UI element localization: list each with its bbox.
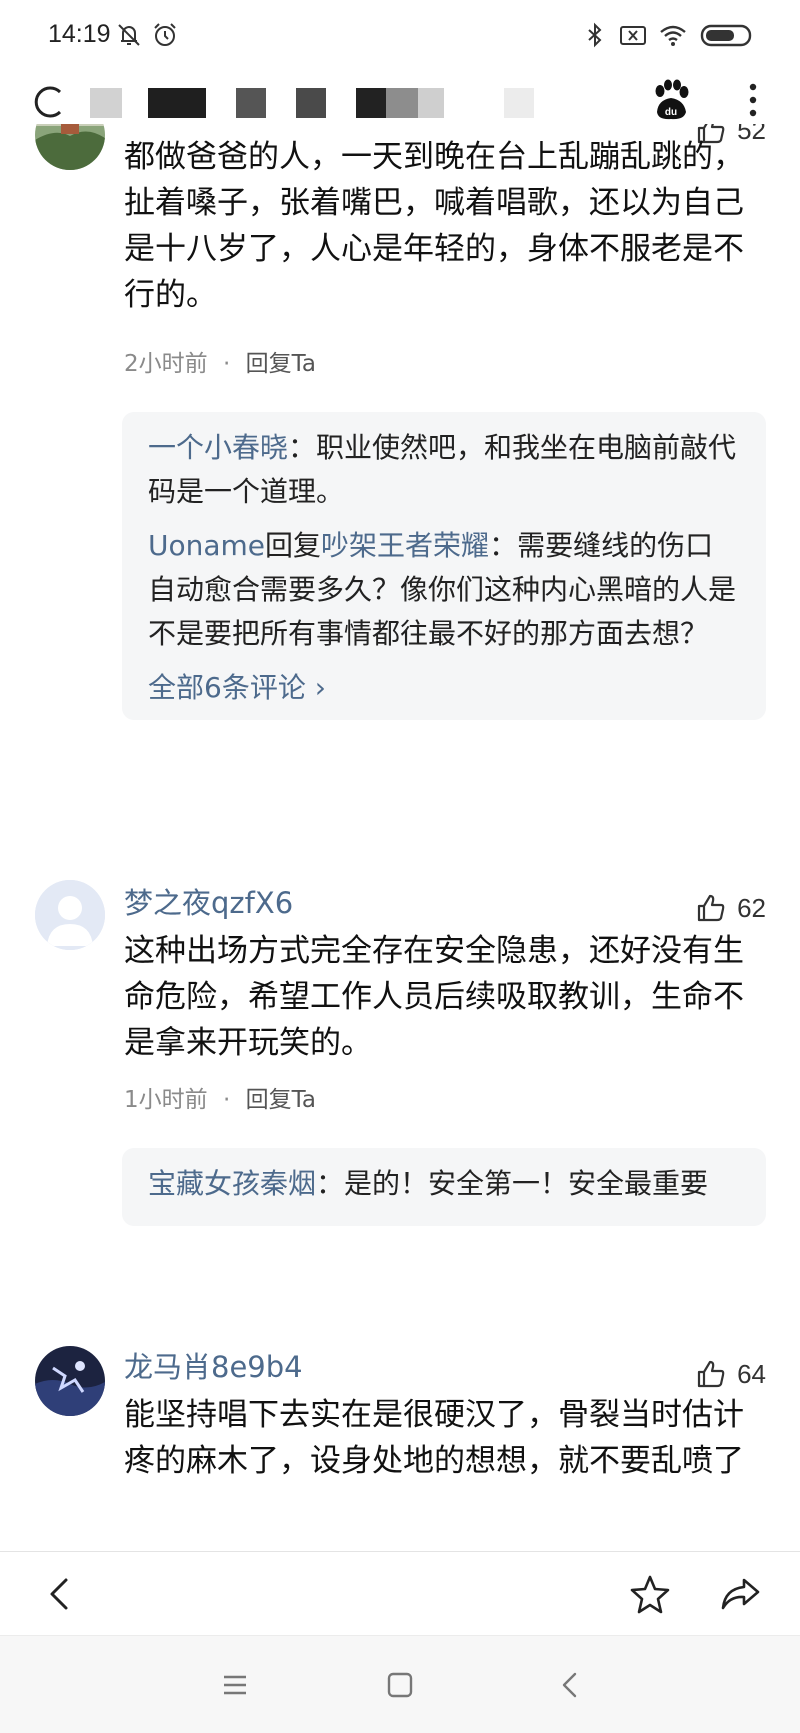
- obscured-title: [236, 88, 266, 118]
- loading-spinner-icon: [30, 82, 70, 122]
- comment-author[interactable]: 梦之夜qzfX6: [124, 880, 293, 922]
- obscured-title: [418, 88, 444, 118]
- menu-icon[interactable]: [218, 1668, 252, 1702]
- meta-separator: ·: [222, 1087, 231, 1113]
- reply-author[interactable]: 宝藏女孩秦烟: [148, 1167, 316, 1200]
- reply-author[interactable]: 一个小春晓: [148, 431, 288, 464]
- reply-box: 宝藏女孩秦烟：是的！安全第一！安全最重要: [122, 1148, 766, 1226]
- back-icon[interactable]: [38, 1572, 82, 1616]
- reply-box: 一个小春晓：职业使然吧，和我坐在电脑前敲代码是一个道理。 Uoname回复吵架王…: [122, 412, 766, 720]
- status-time: 14:19: [48, 20, 111, 48]
- home-square-icon[interactable]: [383, 1668, 417, 1702]
- reply-author[interactable]: Uoname: [148, 529, 265, 562]
- reply-item[interactable]: 一个小春晓：职业使然吧，和我坐在电脑前敲代码是一个道理。: [148, 426, 740, 514]
- comment-author[interactable]: 龙马肖8e9b4: [124, 1344, 303, 1386]
- reply-link[interactable]: 回复Ta: [246, 351, 316, 377]
- comment-time: 1小时前: [124, 1087, 208, 1113]
- comment-time: 2小时前: [124, 351, 208, 377]
- comment-meta: 1小时前 · 回复Ta: [124, 1080, 316, 1114]
- obscured-title: [90, 88, 122, 118]
- status-bar: 14:19: [0, 0, 800, 72]
- obscured-title: [356, 88, 386, 118]
- comment-list[interactable]: 52 都做爸爸的人，一天到晚在台上乱蹦乱跳的，扯着嗓子，张着嘴巴，喊着唱歌，还以…: [0, 124, 800, 1551]
- avatar[interactable]: [35, 1346, 105, 1416]
- share-icon[interactable]: [718, 1572, 762, 1616]
- obscured-title: [386, 88, 418, 118]
- svg-text:du: du: [665, 107, 677, 118]
- comment-text: 这种出场方式完全存在安全隐患，还好没有生命危险，希望工作人员后续吸取教训，生命不…: [124, 933, 744, 1061]
- battery-icon: [700, 20, 756, 50]
- thumbs-up-icon: [695, 892, 727, 924]
- avatar[interactable]: [35, 880, 105, 950]
- bell-off-icon: [114, 20, 144, 50]
- system-nav-bar: [0, 1635, 800, 1733]
- wifi-icon: [658, 20, 688, 50]
- meta-separator: ·: [222, 351, 231, 377]
- like-button[interactable]: 62: [695, 892, 766, 924]
- sim-x-icon: [618, 20, 648, 50]
- comment-text: 都做爸爸的人，一天到晚在台上乱蹦乱跳的，扯着嗓子，张着嘴巴，喊着唱歌，还以为自己…: [124, 139, 744, 313]
- more-vertical-icon[interactable]: [738, 80, 768, 120]
- reply-item[interactable]: 宝藏女孩秦烟：是的！安全第一！安全最重要: [148, 1162, 740, 1206]
- like-count: 64: [737, 1358, 766, 1389]
- bluetooth-icon: [580, 20, 610, 50]
- view-all-replies-link[interactable]: 全部6条评论 ›: [148, 666, 740, 710]
- obscured-title: [296, 88, 326, 118]
- reply-link[interactable]: 回复Ta: [246, 1087, 316, 1113]
- reply-text: 是的！安全第一！安全最重要: [344, 1167, 709, 1200]
- thumbs-up-icon: [695, 1358, 727, 1390]
- action-bar: [0, 1551, 800, 1635]
- like-button[interactable]: 64: [695, 1358, 766, 1390]
- reply-item[interactable]: Uoname回复吵架王者荣耀：需要缝线的伤口自动愈合需要多久？像你们这种内心黑暗…: [148, 524, 740, 656]
- reply-target[interactable]: 吵架王者荣耀: [321, 529, 489, 562]
- avatar[interactable]: [35, 124, 105, 170]
- like-count: 62: [737, 892, 766, 923]
- comment-meta: 2小时前 · 回复Ta: [124, 344, 316, 378]
- back-triangle-icon[interactable]: [553, 1668, 587, 1702]
- comment-text: 能坚持唱下去实在是很硬汉了，骨裂当时估计疼的麻木了，设身处地的想想，就不要乱喷了: [124, 1397, 744, 1479]
- baidu-paw-icon[interactable]: du: [650, 78, 692, 122]
- reply-colon: ：: [288, 431, 317, 464]
- obscured-title: [148, 88, 206, 118]
- obscured-title: [504, 88, 534, 118]
- reply-colon: ：: [489, 529, 518, 562]
- reply-colon: ：: [316, 1167, 345, 1200]
- reply-connector: 回复: [265, 529, 322, 562]
- star-icon[interactable]: [628, 1572, 672, 1616]
- alarm-icon: [150, 20, 180, 50]
